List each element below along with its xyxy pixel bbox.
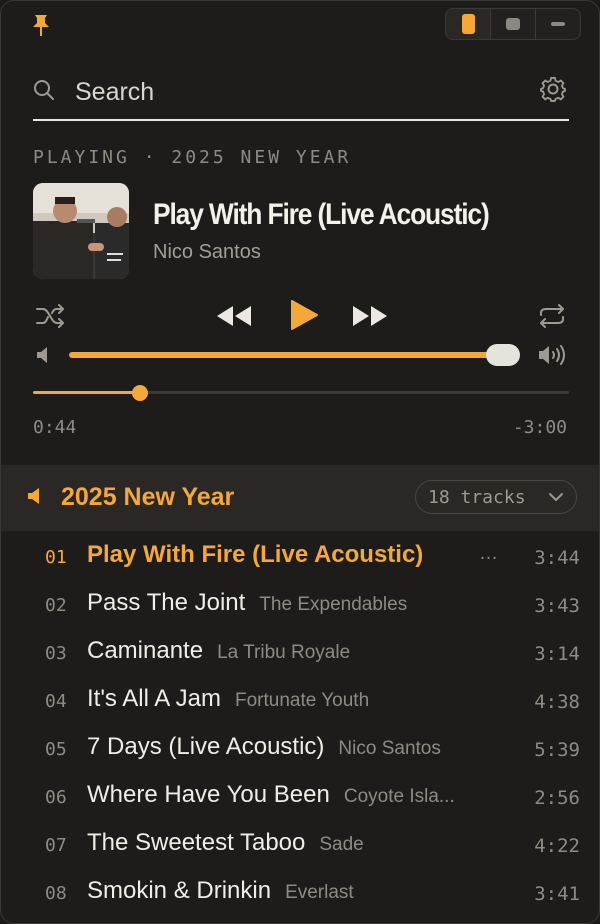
now-playing-label: PLAYING · 2025 NEW YEAR [33, 147, 352, 168]
track-number: 06 [45, 787, 67, 808]
playlist-title[interactable]: 2025 New Year [61, 483, 234, 512]
track-title-wrap: Pass The Joint The Expendables [87, 589, 407, 617]
track-duration: 4:22 [534, 835, 580, 857]
track-number: 08 [45, 883, 67, 904]
track-duration: 3:41 [534, 883, 580, 905]
volume-slider[interactable] [69, 352, 505, 358]
chevron-down-icon [549, 493, 563, 501]
track-row-02[interactable]: 02 Pass The Joint The Expendables 3:43 [1, 581, 599, 629]
track-duration: 4:38 [534, 691, 580, 713]
track-artist: Everlast [285, 882, 354, 903]
playlist-header: 2025 New Year 18 tracks [1, 465, 599, 531]
track-row-06[interactable]: 06 Where Have You Been Coyote Isla... 2:5… [1, 773, 599, 821]
track-artist: La Tribu Royale [217, 642, 351, 663]
track-row-03[interactable]: 03 Caminante La Tribu Royale 3:14 [1, 629, 599, 677]
more-ellipsis: … [479, 543, 498, 564]
track-count-label: 18 tracks [428, 486, 526, 508]
search-icon [34, 80, 54, 100]
track-row-07[interactable]: 07 The Sweetest Taboo Sade 4:22 [1, 821, 599, 869]
track-artist: The Expendables [259, 594, 408, 615]
compact-view-button[interactable] [536, 9, 580, 39]
progress-bar[interactable] [33, 391, 569, 394]
track-row-04[interactable]: 04 It's All A Jam Fortunate Youth 4:38 [1, 677, 599, 725]
remaining-time: -3:00 [512, 417, 567, 438]
progress-fill [33, 391, 141, 394]
track-number: 03 [45, 643, 67, 664]
search-bar [33, 69, 569, 121]
track-title-wrap: Smokin & Drinkin Everlast [87, 877, 354, 905]
volume-high-icon[interactable] [537, 344, 567, 366]
song-artist[interactable]: Nico Santos [153, 241, 261, 264]
track-title-wrap: 7 Days (Live Acoustic) Nico Santos [87, 733, 441, 761]
rewind-icon[interactable] [215, 304, 253, 328]
track-title: Caminante [87, 637, 204, 664]
track-title-wrap: It's All A Jam Fortunate Youth [87, 685, 369, 713]
player-window: PLAYING · 2025 NEW YEAR Play With Fire (… [0, 0, 600, 924]
track-artist: Nico Santos [338, 738, 441, 759]
track-number: 04 [45, 691, 67, 712]
square-view-icon [506, 18, 520, 30]
track-title-wrap: Caminante La Tribu Royale [87, 637, 350, 665]
song-title: Play With Fire (Live Acoustic) [153, 198, 490, 231]
track-title: Smokin & Drinkin [87, 877, 272, 904]
gear-icon[interactable] [539, 75, 567, 103]
track-row-08[interactable]: 08 Smokin & Drinkin Everlast 3:41 [1, 869, 599, 917]
volume-slider-knob[interactable] [486, 344, 520, 366]
fast-forward-icon[interactable] [351, 304, 389, 328]
portrait-view-icon [461, 14, 475, 34]
track-count-dropdown[interactable]: 18 tracks [415, 480, 577, 514]
view-mode-switcher [445, 8, 581, 40]
track-title: Where Have You Been [87, 781, 330, 808]
track-title-wrap: Where Have You Been Coyote Isla... [87, 781, 455, 809]
play-icon[interactable] [289, 299, 319, 331]
track-duration: 3:44 [534, 547, 580, 569]
track-title: Play With Fire (Live Acoustic) [87, 541, 424, 568]
pin-icon[interactable] [31, 13, 51, 37]
track-number: 07 [45, 835, 67, 856]
track-artist: Sade [319, 834, 364, 855]
track-row-05[interactable]: 05 7 Days (Live Acoustic) Nico Santos 5:3… [1, 725, 599, 773]
track-title: Pass The Joint [87, 589, 246, 616]
repeat-icon[interactable] [537, 303, 567, 329]
track-number: 02 [45, 595, 67, 616]
volume-low-icon[interactable] [35, 346, 51, 364]
track-duration: 3:14 [534, 643, 580, 665]
track-artist: Coyote Isla... [343, 786, 455, 807]
elapsed-time: 0:44 [33, 417, 77, 438]
track-title: The Sweetest Taboo [87, 829, 306, 856]
track-duration: 5:39 [534, 739, 580, 761]
speaker-icon [28, 488, 39, 504]
search-input[interactable] [73, 71, 517, 113]
track-list: 01 Play With Fire (Live Acoustic) … 3:44… [1, 533, 599, 917]
compact-view-icon [551, 22, 565, 26]
album-art[interactable] [33, 183, 129, 279]
portrait-view-button[interactable] [446, 9, 491, 39]
track-number: 05 [45, 739, 67, 760]
square-view-button[interactable] [491, 9, 536, 39]
track-title-wrap: The Sweetest Taboo Sade [87, 829, 364, 857]
shuffle-icon[interactable] [35, 303, 67, 329]
track-title: 7 Days (Live Acoustic) [87, 733, 325, 760]
track-duration: 3:43 [534, 595, 580, 617]
progress-knob[interactable] [132, 385, 149, 401]
track-row-01[interactable]: 01 Play With Fire (Live Acoustic) … 3:44 [1, 533, 599, 581]
track-number: 01 [45, 547, 67, 568]
track-duration: 2:56 [534, 787, 580, 809]
track-title: It's All A Jam [87, 685, 221, 712]
track-artist: Fortunate Youth [234, 690, 370, 711]
